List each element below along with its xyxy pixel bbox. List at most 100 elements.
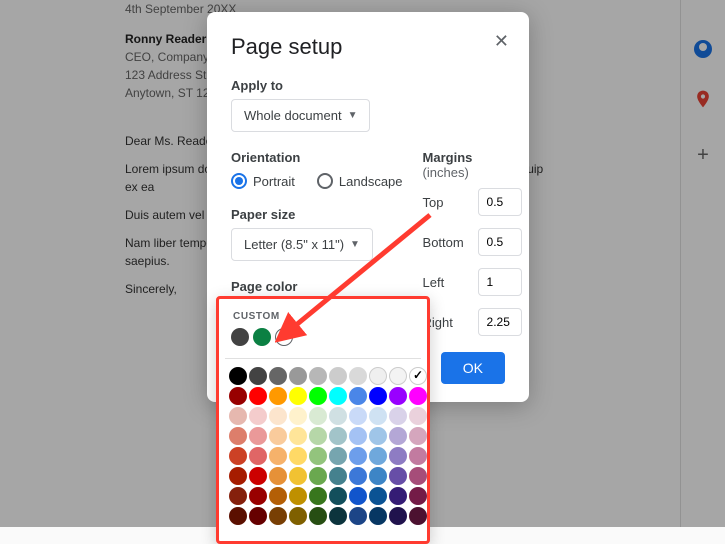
color-swatch[interactable] [389,367,407,385]
ok-button[interactable]: OK [441,352,505,384]
color-swatch[interactable] [349,447,367,465]
color-swatch[interactable] [309,427,327,445]
color-swatch[interactable] [249,507,267,525]
color-swatch[interactable] [389,467,407,485]
color-swatch[interactable] [289,507,307,525]
margin-left-input[interactable] [478,268,522,296]
color-swatch[interactable] [269,467,287,485]
color-swatch[interactable] [269,507,287,525]
color-swatch[interactable] [249,447,267,465]
color-swatch[interactable] [269,367,287,385]
color-swatch[interactable] [329,467,347,485]
color-swatch[interactable] [229,467,247,485]
color-swatch[interactable] [249,467,267,485]
color-swatch[interactable] [409,387,427,405]
color-swatch[interactable] [389,447,407,465]
color-swatch[interactable] [309,487,327,505]
margin-top-input[interactable] [478,188,522,216]
color-swatch[interactable] [269,427,287,445]
color-swatch[interactable] [329,447,347,465]
add-custom-color[interactable]: + [275,328,293,346]
color-swatch[interactable] [229,507,247,525]
apply-to-dropdown[interactable]: Whole document ▼ [231,99,370,132]
color-swatch[interactable] [289,427,307,445]
color-swatch[interactable] [369,367,387,385]
color-swatch[interactable] [369,427,387,445]
color-swatch[interactable] [329,407,347,425]
color-swatch[interactable] [349,487,367,505]
color-swatch[interactable] [329,387,347,405]
color-swatch[interactable] [229,427,247,445]
color-swatch[interactable] [409,427,427,445]
color-swatch[interactable] [329,487,347,505]
color-swatch[interactable] [409,447,427,465]
color-swatch[interactable] [369,387,387,405]
orientation-portrait[interactable]: Portrait [231,173,295,189]
color-swatch[interactable] [269,407,287,425]
color-swatch[interactable] [309,467,327,485]
margin-right-input[interactable] [478,308,522,336]
color-swatch[interactable] [329,507,347,525]
color-swatch[interactable] [349,387,367,405]
radio-checked-icon [231,173,247,189]
orientation-landscape[interactable]: Landscape [317,173,403,189]
custom-color-swatch[interactable] [253,328,271,346]
color-swatch[interactable] [269,487,287,505]
color-swatch[interactable] [289,407,307,425]
color-swatch[interactable] [349,507,367,525]
color-swatch[interactable] [409,487,427,505]
color-swatch[interactable] [389,487,407,505]
paper-size-value: Letter (8.5" x 11") [244,237,344,252]
color-swatch[interactable] [309,367,327,385]
color-swatch[interactable] [309,507,327,525]
color-picker-popup: CUSTOM + [216,296,430,544]
color-swatch[interactable] [389,507,407,525]
apply-to-value: Whole document [244,108,342,123]
color-swatch[interactable] [249,387,267,405]
color-swatch[interactable] [309,407,327,425]
color-swatch[interactable] [309,387,327,405]
color-swatch[interactable] [289,367,307,385]
color-swatch[interactable] [229,407,247,425]
close-icon[interactable]: ✕ [494,32,509,50]
margin-bottom-label: Bottom [423,235,468,250]
color-swatch[interactable] [269,447,287,465]
color-swatch[interactable] [249,427,267,445]
color-swatch[interactable] [369,407,387,425]
color-swatch[interactable] [229,387,247,405]
color-swatch[interactable] [309,447,327,465]
color-swatch[interactable] [249,367,267,385]
color-swatch[interactable] [389,407,407,425]
color-swatch[interactable] [369,447,387,465]
color-swatch[interactable] [229,367,247,385]
color-swatch[interactable] [249,487,267,505]
color-swatch[interactable] [289,467,307,485]
color-swatch[interactable] [349,427,367,445]
custom-color-swatch[interactable] [231,328,249,346]
color-swatch[interactable] [289,387,307,405]
color-swatch[interactable] [409,407,427,425]
color-swatch[interactable] [329,427,347,445]
paper-size-dropdown[interactable]: Letter (8.5" x 11") ▼ [231,228,373,261]
color-swatch[interactable] [389,427,407,445]
color-swatch[interactable] [349,367,367,385]
color-swatch[interactable] [409,367,427,385]
color-swatch[interactable] [349,467,367,485]
color-swatch[interactable] [349,407,367,425]
color-swatch[interactable] [229,487,247,505]
color-swatch[interactable] [249,407,267,425]
color-swatch[interactable] [369,507,387,525]
color-swatch[interactable] [369,467,387,485]
page-color-label: Page color [231,279,403,294]
color-swatch[interactable] [409,507,427,525]
margin-bottom-input[interactable] [478,228,522,256]
color-swatch[interactable] [289,447,307,465]
color-swatch[interactable] [329,367,347,385]
divider [225,358,421,359]
color-swatch[interactable] [289,487,307,505]
color-swatch[interactable] [229,447,247,465]
color-swatch[interactable] [409,467,427,485]
color-swatch[interactable] [369,487,387,505]
color-swatch[interactable] [389,387,407,405]
color-swatch[interactable] [269,387,287,405]
